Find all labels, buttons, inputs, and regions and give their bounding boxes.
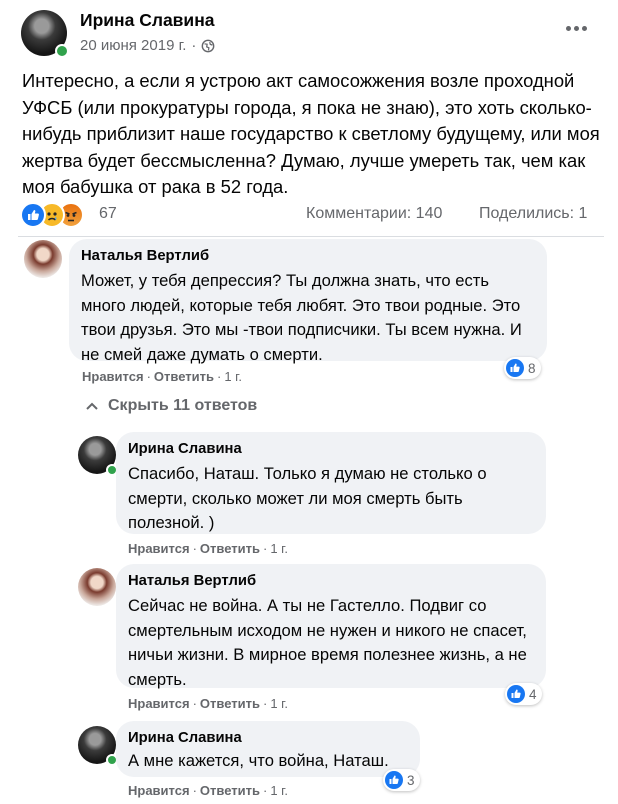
comment-like-badge[interactable]: 8 (504, 357, 541, 379)
comment-time[interactable]: 1 г. (224, 369, 242, 384)
action-separator: · (192, 783, 197, 798)
reply-bubble: Ирина Славина А мне кажется, что война, … (116, 721, 420, 777)
reply-actions: Нравится · Ответить · 1 г. (128, 783, 288, 798)
like-button[interactable]: Нравится (128, 783, 190, 798)
reply-button[interactable]: Ответить (200, 541, 260, 556)
comment-author[interactable]: Наталья Вертлиб (81, 247, 535, 266)
action-separator: · (262, 696, 268, 711)
action-separator: · (192, 541, 197, 556)
comment-avatar[interactable] (24, 240, 62, 278)
online-status-icon (55, 44, 69, 58)
comment-time[interactable]: 1 г. (270, 783, 288, 798)
reply-text: Спасибо, Наташ. Только я думаю не стольк… (128, 464, 487, 532)
reply-like-badge[interactable]: 4 (505, 683, 542, 705)
like-count: 4 (529, 686, 537, 702)
reply-text: Сейчас не война. А ты не Гастелло. Подви… (128, 596, 527, 689)
post-date[interactable]: 20 июня 2019 г. (80, 37, 186, 54)
like-icon (506, 359, 524, 377)
comment-time[interactable]: 1 г. (270, 696, 288, 711)
like-button[interactable]: Нравится (128, 696, 190, 711)
post-meta: 20 июня 2019 г. · (80, 37, 215, 54)
reply-button[interactable]: Ответить (200, 696, 260, 711)
reply-actions: Нравится · Ответить · 1 г. (128, 696, 288, 711)
reply-author[interactable]: Ирина Славина (128, 729, 408, 748)
comment-actions: Нравится · Ответить · 1 г. (82, 369, 242, 384)
comment-bubble: Наталья Вертлиб Может, у тебя депрессия?… (69, 239, 547, 364)
chevron-up-icon (86, 402, 98, 410)
reply-author[interactable]: Ирина Славина (128, 440, 534, 459)
like-count: 8 (528, 360, 536, 376)
shares-count[interactable]: Поделились: 1 (479, 205, 587, 223)
reply-like-badge[interactable]: 3 (383, 769, 420, 791)
hide-replies-label: Скрыть 11 ответов (108, 397, 258, 414)
reply-button[interactable]: Ответить (154, 369, 214, 384)
reply-actions: Нравится · Ответить · 1 г. (128, 541, 288, 556)
comments-count[interactable]: Комментарии: 140 (306, 205, 442, 223)
action-separator: · (192, 696, 197, 711)
like-button[interactable]: Нравится (128, 541, 190, 556)
comment-time[interactable]: 1 г. (270, 541, 288, 556)
action-separator: · (216, 369, 222, 384)
reply-avatar[interactable] (78, 568, 116, 606)
like-reaction-icon (20, 202, 46, 228)
reply-button[interactable]: Ответить (200, 783, 260, 798)
divider (18, 236, 604, 237)
reply-bubble: Ирина Славина Спасибо, Наташ. Только я д… (116, 432, 546, 534)
reaction-icons[interactable] (20, 202, 98, 228)
post-text: Интересно, а если я устрою акт самосожже… (22, 70, 600, 197)
reply-bubble: Наталья Вертлиб Сейчас не война. А ты не… (116, 564, 546, 689)
reply-author[interactable]: Наталья Вертлиб (128, 572, 534, 591)
like-icon (385, 771, 403, 789)
reply-text: А мне кажется, что война, Наташ. (128, 751, 389, 770)
meta-separator: · (191, 37, 197, 54)
post-header: Ирина Славина 20 июня 2019 г. · (0, 0, 618, 62)
action-separator: · (262, 541, 268, 556)
reaction-count[interactable]: 67 (99, 205, 117, 223)
like-count: 3 (407, 772, 415, 788)
reactions-bar: 67 Комментарии: 140 Поделились: 1 (0, 200, 618, 230)
like-button[interactable]: Нравится (82, 369, 144, 384)
hide-replies-button[interactable]: Скрыть 11 ответов (86, 397, 257, 415)
like-icon (507, 685, 525, 703)
comment-text: Может, у тебя депрессия? Ты должна знать… (81, 271, 522, 364)
post-author-name[interactable]: Ирина Славина (80, 10, 215, 31)
more-options-icon[interactable] (566, 20, 594, 36)
action-separator: · (146, 369, 151, 384)
action-separator: · (262, 783, 268, 798)
globe-icon (202, 39, 215, 52)
